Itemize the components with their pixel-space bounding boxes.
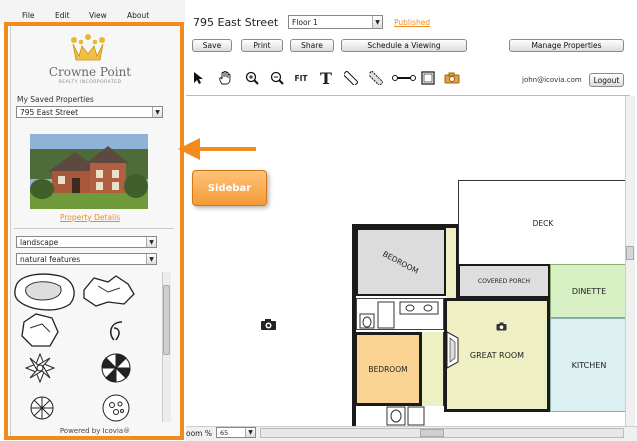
zoom-out-icon[interactable] xyxy=(269,70,285,86)
vertical-scrollbar[interactable] xyxy=(625,96,635,426)
kitchen-room[interactable]: KITCHEN xyxy=(550,318,628,412)
kitchen-label: KITCHEN xyxy=(571,360,607,370)
schedule-viewing-button[interactable]: Schedule a Viewing xyxy=(341,39,467,52)
menu-about[interactable]: About xyxy=(127,11,149,20)
zoom-in-icon[interactable] xyxy=(244,70,260,86)
print-button[interactable]: Print xyxy=(241,39,283,52)
dinette-room[interactable]: DINETTE xyxy=(550,264,628,318)
bedroom-2-label: BEDROOM xyxy=(368,364,408,374)
save-button[interactable]: Save xyxy=(192,39,232,52)
covered-porch-label: COVERED PORCH xyxy=(477,277,531,285)
zoom-select[interactable]: 65 ▼ xyxy=(216,427,256,438)
menu-edit[interactable]: Edit xyxy=(55,11,70,20)
bedroom-2-room[interactable]: BEDROOM xyxy=(354,332,422,406)
sidebar-highlight xyxy=(4,22,184,440)
closet-strip xyxy=(446,228,458,298)
great-room-label: GREAT ROOM xyxy=(469,350,525,360)
bath-2-fixtures-icon xyxy=(386,406,425,426)
address-title: 795 East Street xyxy=(193,16,279,29)
hallway-area xyxy=(422,332,444,406)
dinette-label: DINETTE xyxy=(571,286,607,296)
fireplace-icon xyxy=(446,331,459,369)
zoom-value: 65 xyxy=(220,428,229,437)
bath-fixtures-icon xyxy=(359,301,439,329)
bedroom-label: BEDROOM xyxy=(381,248,421,276)
camera-icon[interactable] xyxy=(260,318,277,331)
room-tool-icon[interactable] xyxy=(420,70,436,86)
horizontal-scroll-thumb[interactable] xyxy=(420,429,444,437)
fit-button[interactable]: FIT xyxy=(293,70,309,86)
great-room-camera-icon[interactable] xyxy=(496,322,507,331)
sidebar-annotation-label: Sidebar xyxy=(192,170,267,206)
share-button[interactable]: Share xyxy=(290,39,334,52)
wall-tool-icon[interactable] xyxy=(392,70,416,86)
bedroom-room[interactable]: BEDROOM xyxy=(356,228,446,296)
menu-file[interactable]: File xyxy=(22,11,35,20)
hand-pan-icon[interactable] xyxy=(217,70,233,86)
annotation-arrow-icon xyxy=(178,138,256,160)
logout-button[interactable]: Logout xyxy=(589,73,624,87)
pointer-icon[interactable] xyxy=(190,70,206,86)
chevron-down-icon: ▼ xyxy=(372,16,382,28)
text-tool-icon[interactable]: T xyxy=(318,69,334,88)
menu-view[interactable]: View xyxy=(89,11,107,20)
published-link[interactable]: Published xyxy=(394,18,430,27)
manage-properties-button[interactable]: Manage Properties xyxy=(509,39,624,52)
zoom-label: oom % xyxy=(186,429,212,438)
chevron-down-icon: ▼ xyxy=(245,428,255,437)
floor-select[interactable]: Floor 1 ▼ xyxy=(288,15,383,29)
floor-value: Floor 1 xyxy=(292,17,318,27)
covered-porch-room[interactable]: COVERED PORCH xyxy=(458,264,550,298)
camera-tool-icon[interactable] xyxy=(444,70,460,86)
vertical-scroll-thumb[interactable] xyxy=(626,246,634,260)
dimension-icon[interactable] xyxy=(368,70,384,86)
ruler-icon[interactable] xyxy=(343,70,359,86)
user-email: john@icovia.com xyxy=(522,76,582,84)
